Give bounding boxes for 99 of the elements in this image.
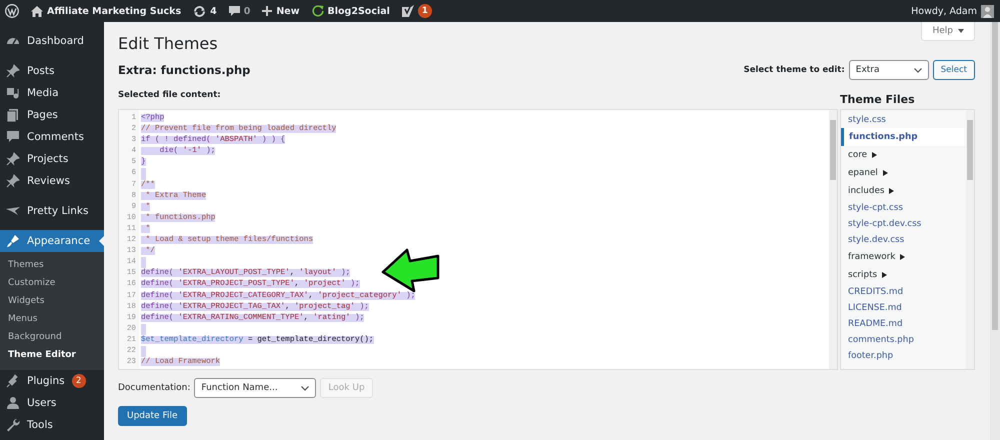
file-list-item[interactable]: style.dev.css: [841, 232, 966, 248]
documentation-label: Documentation:: [118, 383, 190, 393]
selection-highlight: [141, 324, 146, 335]
file-list-scrollbar[interactable]: [966, 110, 974, 369]
pin-icon: [6, 152, 20, 166]
triangle-right-icon: [882, 272, 888, 278]
chevron-down-icon: [914, 68, 922, 72]
plug-icon: [6, 374, 20, 388]
file-list-item[interactable]: epanel: [841, 164, 966, 182]
theme-select-label: Select theme to edit:: [744, 65, 845, 75]
user-icon: [6, 396, 20, 410]
theme-select[interactable]: Extra: [848, 60, 929, 80]
file-title: Extra: functions.php: [118, 63, 250, 77]
sidebar-menu-item[interactable]: Comments: [0, 126, 104, 148]
menu-label: Plugins: [27, 375, 65, 387]
file-list-item[interactable]: README.md: [841, 316, 966, 332]
update-file-button[interactable]: Update File: [118, 406, 187, 426]
page-scrollbar[interactable]: [990, 22, 1000, 440]
submenu-item[interactable]: Customize: [0, 274, 104, 292]
pin-icon: [6, 64, 20, 78]
avatar-icon[interactable]: [981, 4, 994, 18]
comment-icon: [6, 130, 20, 144]
menu-label: Pretty Links: [27, 205, 88, 217]
arrow-drawing: [381, 248, 441, 292]
user-greeting[interactable]: Howdy, Adam: [911, 6, 977, 16]
theme-files-heading: Theme Files: [840, 93, 916, 108]
editor-scrollbar[interactable]: [829, 110, 837, 369]
site-name-link[interactable]: Affiliate Marketing Sucks: [47, 6, 182, 16]
wordpress-logo-icon[interactable]: [5, 4, 19, 18]
triangle-right-icon: [882, 170, 888, 176]
menu-label: Posts: [27, 65, 54, 77]
sidebar-menu-item[interactable]: Posts: [0, 60, 104, 82]
file-list-item[interactable]: functions.php: [841, 128, 966, 146]
pin-icon: [6, 174, 20, 188]
menu-label: Dashboard: [27, 35, 84, 47]
sidebar-menu-item[interactable]: Media: [0, 82, 104, 104]
plus-icon: [262, 6, 272, 16]
submenu-item[interactable]: Themes: [0, 256, 104, 274]
sidebar-menu-item[interactable]: Users: [0, 392, 104, 414]
comment-icon: [228, 6, 240, 16]
function-name-select[interactable]: Function Name...: [194, 378, 316, 398]
menu-label: Comments: [27, 131, 84, 143]
count-badge: 2: [72, 374, 86, 388]
menu-label: Projects: [27, 153, 68, 165]
brush-icon: [6, 234, 20, 248]
menu-label: Media: [27, 87, 59, 99]
file-list-item[interactable]: style.css: [841, 112, 966, 128]
code-editor[interactable]: [118, 109, 838, 370]
pages-icon: [6, 108, 20, 122]
file-list-item[interactable]: style-cpt.css: [841, 200, 966, 216]
selection-highlight: [141, 257, 146, 268]
refresh-icon: [312, 5, 324, 17]
menu-label: Pages: [27, 109, 58, 121]
wrench-icon: [6, 418, 20, 432]
triangle-right-icon: [900, 254, 906, 260]
selection-highlight: [141, 346, 146, 358]
content-label: Selected file content:: [118, 89, 222, 102]
menu-label: Reviews: [27, 175, 70, 187]
file-list-item[interactable]: includes: [841, 182, 966, 200]
chevron-down-icon: [301, 386, 310, 390]
menu-label: Tools: [27, 419, 53, 431]
sidebar-menu-item[interactable]: Plugins 2: [0, 370, 104, 392]
file-list-item[interactable]: core: [841, 146, 966, 164]
new-link[interactable]: New: [276, 6, 300, 16]
submenu-item[interactable]: Background: [0, 328, 104, 346]
menu-label: Users: [27, 397, 56, 409]
select-button[interactable]: Select: [932, 60, 975, 80]
submenu-item[interactable]: Widgets: [0, 292, 104, 310]
comments-count[interactable]: 0: [244, 6, 250, 16]
file-list-item[interactable]: footer.php: [841, 348, 966, 364]
submenu-item[interactable]: Theme Editor: [0, 346, 104, 364]
notification-badge: 1: [418, 4, 432, 18]
file-list-item[interactable]: CREDITS.md: [841, 284, 966, 300]
menu-label: Appearance: [27, 235, 90, 247]
selection-highlight: [141, 168, 146, 180]
help-button[interactable]: Help: [921, 22, 975, 41]
file-list-item[interactable]: style-cpt.dev.css: [841, 216, 966, 232]
sidebar-menu-item[interactable]: Pages: [0, 104, 104, 126]
file-list-item[interactable]: LICENSE.md: [841, 300, 966, 316]
arrow-icon: [6, 204, 20, 218]
sidebar-menu-item[interactable]: Projects: [0, 148, 104, 170]
home-icon: [31, 6, 43, 16]
sidebar-menu-item[interactable]: Reviews: [0, 170, 104, 192]
page-title: Edit Themes: [118, 34, 218, 53]
updates-count[interactable]: 4: [210, 6, 217, 16]
sidebar-menu-item[interactable]: Appearance: [0, 230, 104, 252]
triangle-down-icon: [958, 29, 964, 33]
triangle-right-icon: [872, 152, 878, 158]
media-icon: [6, 86, 20, 100]
sidebar-menu-item[interactable]: Tools: [0, 414, 104, 436]
updates-icon: [193, 6, 206, 16]
submenu-item[interactable]: Menus: [0, 310, 104, 328]
file-list-item[interactable]: framework: [841, 248, 966, 266]
sidebar-menu-item[interactable]: Dashboard: [0, 30, 104, 52]
triangle-right-icon: [889, 188, 894, 194]
blog2social-link[interactable]: Blog2Social: [328, 6, 390, 16]
sidebar-menu-item[interactable]: Pretty Links: [0, 200, 104, 222]
file-list-item[interactable]: scripts: [841, 266, 966, 284]
file-list-item[interactable]: comments.php: [841, 332, 966, 348]
